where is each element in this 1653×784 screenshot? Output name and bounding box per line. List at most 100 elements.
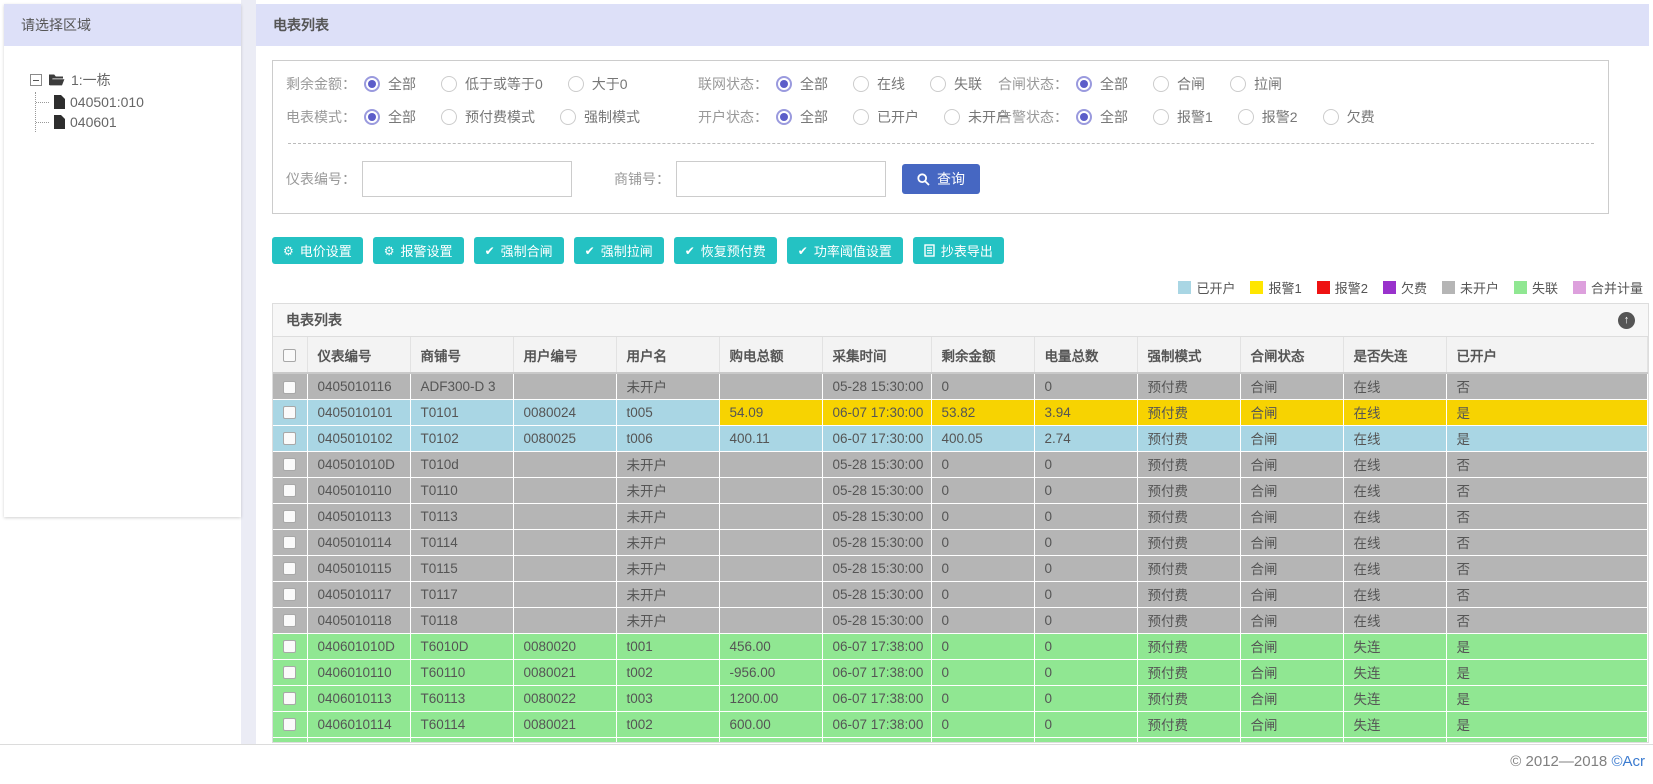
row-checkbox[interactable] <box>283 718 297 732</box>
row-checkbox[interactable] <box>283 562 297 576</box>
radio-option[interactable]: 全部 <box>1076 74 1128 94</box>
table-cell: 否 <box>1446 451 1648 478</box>
row-checkbox-cell <box>273 373 308 400</box>
row-checkbox[interactable] <box>283 640 297 654</box>
radio-option[interactable]: 报警2 <box>1237 107 1298 127</box>
action-button-2[interactable]: ✔ 强制合闸 <box>473 237 564 264</box>
table-cell <box>513 607 617 634</box>
radio-option[interactable]: 强制模式 <box>560 107 640 127</box>
row-checkbox[interactable] <box>283 588 297 602</box>
tree-root-node[interactable]: 1:一栋 <box>30 70 241 90</box>
filter-group-3: 电表模式： 全部 预付费模式 强制模式 <box>286 107 698 127</box>
legend-item: 报警1 <box>1250 278 1302 297</box>
radio-option[interactable]: 合闸 <box>1153 74 1205 94</box>
copyright-link[interactable]: ©Acr <box>1611 753 1645 770</box>
radio-option[interactable]: 全部 <box>776 74 828 94</box>
table-cell: 未开户 <box>616 477 720 504</box>
table-cell: 合闸 <box>1240 373 1344 400</box>
tree-children: 040501:010 040601 <box>35 92 241 132</box>
table-cell: 在线 <box>1343 555 1447 582</box>
radio-option[interactable]: 预付费模式 <box>441 107 535 127</box>
legend-label: 报警2 <box>1334 281 1368 296</box>
table-cell: 是 <box>1446 711 1648 738</box>
filter-group-label: 开户状态： <box>698 109 768 125</box>
table-cell: 0 <box>931 477 1035 504</box>
table-cell: 否 <box>1446 373 1648 400</box>
row-checkbox[interactable] <box>283 380 297 394</box>
header-checkbox-cell <box>273 337 308 374</box>
radio-option[interactable]: 欠费 <box>1322 107 1375 127</box>
radio-option[interactable]: 拉闸 <box>1230 74 1282 94</box>
area-tree-panel: 请选择区域 1:一栋 040501:010 040601 <box>4 4 241 517</box>
radio-option[interactable]: 全部 <box>776 107 828 127</box>
radio-label: 在线 <box>877 76 905 92</box>
table-cell: 0405010101 <box>307 399 411 426</box>
table-cell <box>513 477 617 504</box>
table-cell: 0 <box>1034 581 1138 608</box>
row-checkbox[interactable] <box>283 406 297 420</box>
action-button-0[interactable]: ⚙ 电价设置 <box>272 237 363 264</box>
table-cell: 0406010114 <box>307 711 411 738</box>
radio-option[interactable]: 全部 <box>364 107 416 127</box>
row-checkbox[interactable] <box>283 432 297 446</box>
action-button-6[interactable]: 抄表导出 <box>912 237 1004 264</box>
table-cell: 0 <box>1034 737 1138 742</box>
select-all-checkbox[interactable] <box>283 348 297 362</box>
tree-leaf-node[interactable]: 040601 <box>36 112 241 132</box>
table-cell: t003 <box>616 685 720 712</box>
status-legend: 已开户 报警1 报警2 欠费 未开户 失联 合并计量 <box>256 278 1643 297</box>
action-button-5[interactable]: ✔ 功率阈值设置 <box>786 237 903 264</box>
column-header: 已开户 <box>1446 337 1648 374</box>
action-button-3[interactable]: ✔ 强制拉闸 <box>573 237 664 264</box>
table-cell: T0101 <box>410 399 514 426</box>
table-cell <box>513 581 617 608</box>
legend-item: 欠费 <box>1382 278 1427 297</box>
table-cell: 失连 <box>1343 633 1447 660</box>
radio-option[interactable]: 大于0 <box>567 74 628 94</box>
table-cell: 2.74 <box>1034 425 1138 452</box>
radio-option[interactable]: 已开户 <box>853 107 919 127</box>
query-button[interactable]: 查询 <box>902 164 980 194</box>
meter-table: 仪表编号 商铺号 用户编号 用户名 购电总额 采集时间 剩余金额 电量总数 强制模式 合闸状态 是否… <box>273 337 1648 742</box>
radio-option[interactable]: 失联 <box>930 74 982 94</box>
radio-option[interactable]: 全部 <box>364 74 416 94</box>
row-checkbox[interactable] <box>283 484 297 498</box>
tree-leaf-node[interactable]: 040501:010 <box>36 92 241 112</box>
file-icon <box>54 95 65 109</box>
radio-label: 已开户 <box>877 109 919 125</box>
radio-icon <box>776 76 792 92</box>
row-checkbox[interactable] <box>283 458 297 472</box>
table-cell: 预付费 <box>1137 555 1241 582</box>
legend-swatch <box>1513 281 1527 294</box>
row-checkbox[interactable] <box>283 614 297 628</box>
shop-no-input[interactable] <box>676 161 886 197</box>
radio-option[interactable]: 在线 <box>853 74 905 94</box>
radio-icon <box>1076 76 1092 92</box>
row-checkbox[interactable] <box>283 510 297 524</box>
radio-option[interactable]: 低于或等于0 <box>441 74 543 94</box>
radio-icon <box>1237 109 1254 125</box>
action-button-1[interactable]: ⚙ 报警设置 <box>372 237 464 264</box>
table-cell: 0406010113 <box>307 685 411 712</box>
meter-no-input[interactable] <box>362 161 572 197</box>
collapse-panel-icon[interactable]: ↑ <box>1618 311 1635 329</box>
table-cell: 未开户 <box>616 373 720 400</box>
table-cell: 0 <box>931 633 1035 660</box>
table-cell: 合闸 <box>1240 581 1344 608</box>
action-button-4[interactable]: ✔ 恢复预付费 <box>673 237 777 264</box>
row-checkbox[interactable] <box>283 692 297 706</box>
table-cell: 失连 <box>1343 737 1447 742</box>
radio-option[interactable]: 全部 <box>1076 107 1128 127</box>
table-cell: 0 <box>1034 711 1138 738</box>
table-cell: 0 <box>1034 529 1138 556</box>
radio-option[interactable]: 报警1 <box>1153 107 1213 127</box>
table-cell: 未开户 <box>616 503 720 530</box>
tree-collapse-icon[interactable] <box>30 74 42 86</box>
table-cell: 0 <box>931 555 1035 582</box>
row-checkbox[interactable] <box>283 666 297 680</box>
table-cell: t001 <box>616 633 720 660</box>
table-cell: T0102 <box>410 425 514 452</box>
row-checkbox[interactable] <box>283 536 297 550</box>
filter-group-5: 告警状态： 全部 报警1 报警2 欠费 <box>998 107 1596 127</box>
table-cell: 05-28 15:30:00 <box>822 529 932 556</box>
